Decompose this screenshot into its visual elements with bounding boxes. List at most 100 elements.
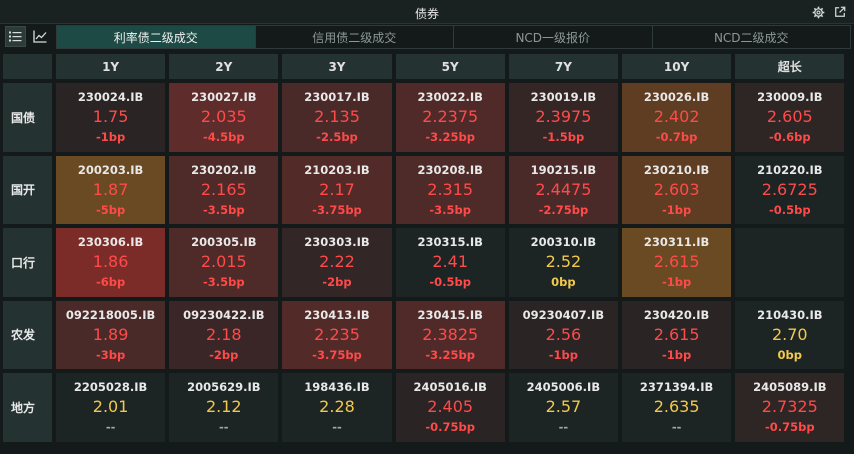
column-header-4[interactable]: 7Y: [508, 54, 618, 79]
yield-change: -0.6bp: [768, 130, 811, 144]
yield-change: -1bp: [661, 275, 692, 289]
bond-code: 230019.IB: [530, 90, 597, 104]
yield-change: -0.5bp: [429, 275, 471, 289]
yield-change: -2bp: [209, 347, 239, 362]
popout-external-icon[interactable]: [832, 4, 848, 20]
bond-code: 230202.IB: [191, 162, 257, 177]
bond-cell[interactable]: 2405006.IB 2.57 --: [508, 373, 618, 442]
bond-code: 092218005.IB: [65, 307, 156, 322]
column-header-3[interactable]: 5Y: [395, 54, 505, 79]
bond-code: 210430.IB: [757, 307, 823, 322]
bond-yield: 2.52: [545, 252, 582, 271]
bond-cell[interactable]: 230306.IB 1.86 -6bp: [56, 228, 166, 297]
bond-code: 09230407.IB: [522, 307, 605, 322]
bond-code: 210203.IB: [304, 162, 370, 177]
bond-code: 2005629.IB: [187, 380, 261, 394]
row-header-3: 农发: [3, 300, 52, 369]
bond-cell[interactable]: 09230422.IB 2.18 -2bp: [169, 300, 279, 369]
row-header-4: 地方: [3, 373, 52, 442]
bond-cell[interactable]: 230415.IB 2.3825 -3.25bp: [395, 300, 505, 369]
bond-cell[interactable]: 190215.IB 2.4475 -2.75bp: [508, 155, 618, 224]
bond-yield: 1.89: [92, 324, 129, 344]
yield-change: -0.7bp: [655, 130, 698, 144]
bond-yield: 2.01: [92, 397, 129, 416]
tab-ncd-primary-quote[interactable]: NCD一级报价: [454, 26, 653, 48]
bond-code: 230306.IB: [77, 235, 144, 249]
column-header-0[interactable]: 1Y: [56, 54, 166, 79]
bond-yield: 2.135: [314, 107, 360, 126]
yield-change: -3bp: [95, 347, 126, 362]
bond-cell[interactable]: 200310.IB 2.52 0bp: [508, 228, 618, 297]
yield-change: 0bp: [551, 275, 576, 289]
column-header-5[interactable]: 10Y: [622, 54, 732, 79]
yield-change: -3.75bp: [312, 202, 362, 217]
bond-code: 230315.IB: [417, 235, 483, 249]
yield-change: -0.75bp: [764, 420, 815, 434]
bond-yield: 2.315: [427, 179, 474, 199]
bond-yield: 2.7325: [761, 397, 818, 416]
yield-change: -3.5bp: [202, 202, 245, 217]
bond-yield: 2.28: [319, 397, 355, 416]
bond-cell[interactable]: 200305.IB 2.015 -3.5bp: [169, 228, 279, 297]
yield-change: -1.5bp: [542, 130, 585, 144]
bond-cell[interactable]: 210203.IB 2.17 -3.75bp: [282, 155, 392, 224]
bond-code: 2371394.IB: [639, 380, 714, 394]
bond-yield: 2.405: [427, 397, 474, 416]
tab-rate-bond-secondary[interactable]: 利率债二级成交: [57, 26, 256, 48]
bond-cell[interactable]: 2405016.IB 2.405 -0.75bp: [395, 373, 505, 442]
bond-code: 198436.IB: [304, 380, 370, 394]
bond-yield: 2.3825: [422, 324, 479, 344]
bond-yield: 2.4475: [535, 179, 592, 199]
bond-cell[interactable]: 230202.IB 2.165 -3.5bp: [169, 155, 279, 224]
column-header-2[interactable]: 3Y: [282, 54, 392, 79]
bond-cell[interactable]: 092218005.IB 1.89 -3bp: [56, 300, 166, 369]
bond-yield: 2.402: [653, 107, 700, 126]
bond-cell[interactable]: 198436.IB 2.28 --: [282, 373, 392, 442]
bond-cell[interactable]: 230208.IB 2.315 -3.5bp: [395, 155, 505, 224]
bond-yield: 2.235: [314, 324, 360, 344]
bond-cell[interactable]: 09230407.IB 2.56 -1bp: [508, 300, 618, 369]
bond-cell[interactable]: 200203.IB 1.87 -5bp: [56, 155, 166, 224]
tab-ncd-secondary[interactable]: NCD二级成交: [653, 26, 851, 48]
chart-view-icon[interactable]: [29, 26, 50, 47]
bond-code: 230024.IB: [77, 90, 144, 104]
bond-cell[interactable]: 230024.IB 1.75 -1bp: [56, 83, 166, 152]
yield-change: -1bp: [661, 202, 692, 217]
bond-code: 230420.IB: [643, 307, 710, 322]
empty-cell: [735, 228, 845, 297]
yield-change: -2bp: [322, 275, 352, 289]
bond-cell[interactable]: 230026.IB 2.402 -0.7bp: [622, 83, 732, 152]
bond-yield: 2.615: [653, 324, 700, 344]
bond-yield: 2.57: [545, 397, 582, 416]
bond-cell[interactable]: 230315.IB 2.41 -0.5bp: [395, 228, 505, 297]
yield-change: -1bp: [95, 130, 126, 144]
yield-change: -3.25bp: [425, 130, 475, 144]
bond-cell[interactable]: 230017.IB 2.135 -2.5bp: [282, 83, 392, 152]
yield-change: -3.25bp: [425, 347, 475, 362]
column-header-6[interactable]: 超长: [735, 54, 845, 79]
bond-cell[interactable]: 2205028.IB 2.01 --: [56, 373, 166, 442]
yield-change: -0.75bp: [425, 420, 475, 434]
bond-code: 230022.IB: [417, 90, 483, 104]
settings-gear-icon[interactable]: [810, 4, 826, 20]
bond-cell[interactable]: 2405089.IB 2.7325 -0.75bp: [735, 373, 845, 442]
bond-cell[interactable]: 230420.IB 2.615 -1bp: [622, 300, 732, 369]
list-view-icon[interactable]: [5, 26, 26, 47]
bond-cell[interactable]: 230009.IB 2.605 -0.6bp: [735, 83, 845, 152]
yield-change: -6bp: [95, 275, 126, 289]
bond-yield: 2.12: [205, 397, 242, 416]
bond-cell[interactable]: 2005629.IB 2.12 --: [169, 373, 279, 442]
bond-cell[interactable]: 210220.IB 2.6725 -0.5bp: [735, 155, 845, 224]
column-header-1[interactable]: 2Y: [169, 54, 279, 79]
bond-cell[interactable]: 2371394.IB 2.635 --: [622, 373, 732, 442]
tab-credit-bond-secondary[interactable]: 信用债二级成交: [256, 26, 454, 48]
bond-cell[interactable]: 230019.IB 2.3975 -1.5bp: [508, 83, 618, 152]
bond-cell[interactable]: 230210.IB 2.603 -1bp: [622, 155, 732, 224]
bond-cell[interactable]: 210430.IB 2.70 0bp: [735, 300, 845, 369]
bond-cell[interactable]: 230413.IB 2.235 -3.75bp: [282, 300, 392, 369]
bond-cell[interactable]: 230303.IB 2.22 -2bp: [282, 228, 392, 297]
bond-cell[interactable]: 230311.IB 2.615 -1bp: [622, 228, 732, 297]
bond-cell[interactable]: 230027.IB 2.035 -4.5bp: [169, 83, 279, 152]
bond-cell[interactable]: 230022.IB 2.2375 -3.25bp: [395, 83, 505, 152]
bond-yield: 2.2375: [422, 107, 479, 126]
